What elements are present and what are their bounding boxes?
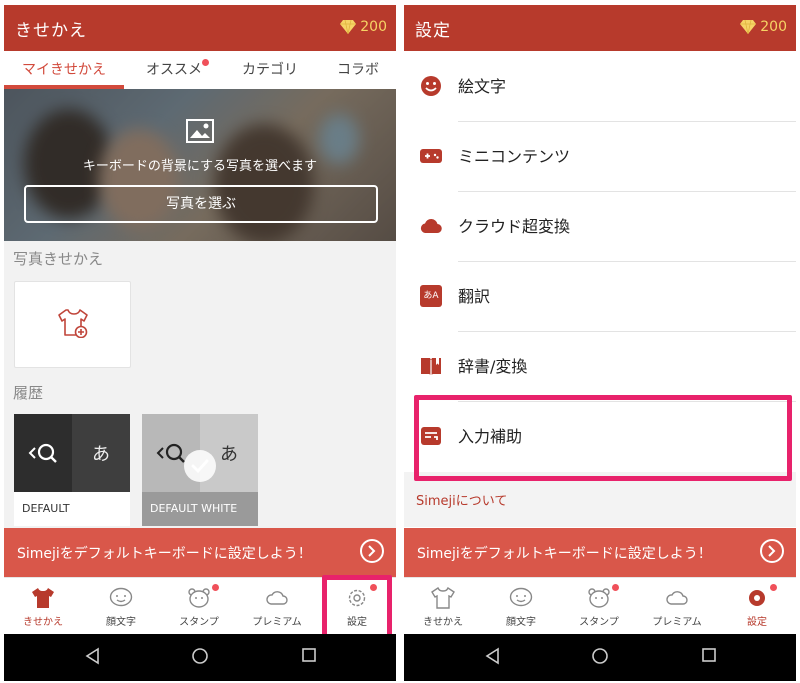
book-icon: [421, 358, 441, 375]
page-title: きせかえ: [15, 21, 87, 41]
cloud-icon: [420, 219, 442, 234]
page-title: 設定: [415, 21, 451, 41]
gem-count: 200: [760, 19, 787, 35]
tab-collab[interactable]: コラボ: [320, 51, 396, 89]
nav-stamp[interactable]: スタンプ: [160, 578, 238, 635]
nav-settings[interactable]: 設定: [718, 578, 796, 635]
chevron-right-icon[interactable]: [760, 539, 784, 563]
banner-caption: キーボードの背景にする写真を選べます: [82, 159, 318, 174]
kaomoji-bubble-icon: [509, 587, 533, 607]
selected-check-icon: [184, 450, 216, 482]
nav-stamp[interactable]: スタンプ: [560, 578, 638, 635]
app-bar: きせかえ 200: [4, 5, 396, 51]
bear-icon: [188, 588, 210, 608]
gamepad-icon: [420, 149, 442, 163]
menu-dictionary[interactable]: 辞書/変換: [404, 331, 796, 401]
back-icon[interactable]: [484, 647, 500, 665]
history-heading: 履歴: [13, 384, 44, 402]
bottom-navigation: きせかえ 顔文字 スタンプ プレミアム 設定: [404, 577, 796, 635]
choose-photo-button[interactable]: 写真を選ぶ: [24, 185, 378, 223]
gem-count: 200: [360, 19, 387, 35]
right-screen: 設定 200 絵文字 ミニコンテンツ クラウド超変換 あA 翻訳 辞書/変換 入…: [404, 5, 796, 681]
about-simeji-link[interactable]: Simejiについて: [416, 490, 507, 509]
tab-bar: マイきせかえ オススメ カテゴリ コラボ: [4, 51, 396, 89]
tab-my-kisekae[interactable]: マイきせかえ: [4, 51, 124, 89]
home-icon[interactable]: [591, 647, 609, 665]
keyboard-theme-label: DEFAULT WHITE: [142, 492, 258, 526]
shirt-icon: [431, 587, 455, 609]
nav-premium[interactable]: プレミアム: [238, 578, 316, 635]
kaomoji-bubble-icon: [109, 587, 133, 607]
image-icon: [186, 119, 214, 143]
left-screen: きせかえ 200 マイきせかえ オススメ カテゴリ コラボ キーボードの背景にす…: [4, 5, 396, 681]
nav-kaomoji[interactable]: 顔文字: [82, 578, 160, 635]
tab-category[interactable]: カテゴリ: [226, 51, 314, 89]
menu-cloud-conversion[interactable]: クラウド超変換: [404, 191, 796, 261]
tab-recommended[interactable]: オススメ: [128, 51, 220, 89]
gem-icon: [340, 20, 357, 34]
hiragana-a-key: あ: [92, 444, 110, 465]
menu-emoji[interactable]: 絵文字: [404, 51, 796, 121]
set-default-keyboard-banner[interactable]: Simejiをデフォルトキーボードに設定しよう！: [4, 528, 396, 577]
nav-kisekae[interactable]: きせかえ: [4, 578, 82, 635]
system-navigation-bar: [404, 634, 796, 681]
add-shirt-icon: [58, 309, 88, 338]
input-assist-highlight-box: [414, 395, 792, 481]
chevron-right-icon[interactable]: [360, 539, 384, 563]
notification-dot: [212, 584, 219, 591]
nav-kaomoji[interactable]: 顔文字: [482, 578, 560, 635]
system-navigation-bar: [4, 634, 396, 681]
gear-icon: [749, 590, 765, 606]
gem-icon: [740, 20, 757, 34]
recents-icon[interactable]: [301, 647, 317, 663]
menu-mini-contents[interactable]: ミニコンテンツ: [404, 121, 796, 191]
keyboard-theme-label: DEFAULT: [14, 492, 130, 526]
photo-kisekae-heading: 写真きせかえ: [13, 250, 104, 268]
notification-dot: [202, 59, 209, 66]
smiley-icon: [421, 76, 441, 96]
shirt-icon: [32, 588, 54, 608]
recents-icon[interactable]: [701, 647, 717, 663]
back-icon[interactable]: [84, 647, 100, 665]
cta-text: Simejiをデフォルトキーボードに設定しよう！: [17, 546, 312, 562]
keyboard-theme-default-white[interactable]: あ DEFAULT WHITE: [142, 414, 258, 526]
cta-text: Simejiをデフォルトキーボードに設定しよう！: [417, 546, 712, 562]
notification-dot: [612, 584, 619, 591]
translate-icon: あA: [420, 285, 442, 307]
app-bar: 設定 200: [404, 5, 796, 51]
set-default-keyboard-banner[interactable]: Simejiをデフォルトキーボードに設定しよう！: [404, 528, 796, 577]
add-photo-theme-card[interactable]: [14, 281, 131, 368]
nav-premium[interactable]: プレミアム: [638, 578, 716, 635]
home-icon[interactable]: [191, 647, 209, 665]
cloud-icon: [666, 591, 688, 605]
menu-translate[interactable]: あA 翻訳: [404, 261, 796, 331]
search-keyboard-icon: [28, 443, 57, 463]
nav-kisekae[interactable]: きせかえ: [404, 578, 482, 635]
keyboard-theme-default[interactable]: あ DEFAULT: [14, 414, 130, 526]
notification-dot: [770, 584, 777, 591]
gem-balance[interactable]: 200: [340, 19, 387, 35]
photo-banner: キーボードの背景にする写真を選べます 写真を選ぶ: [4, 89, 396, 241]
cloud-icon: [266, 591, 288, 605]
settings-highlight-box: [322, 575, 392, 640]
gem-balance[interactable]: 200: [740, 19, 787, 35]
bear-icon: [588, 588, 610, 608]
